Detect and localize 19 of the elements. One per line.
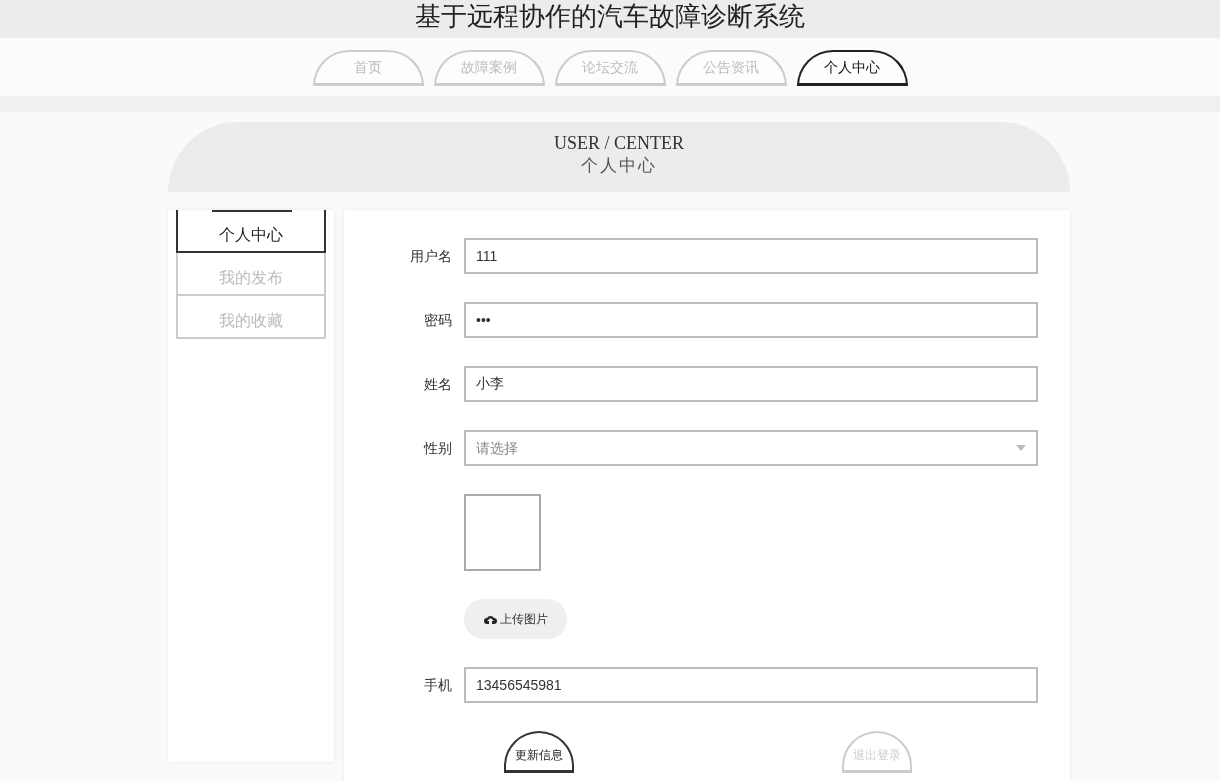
input-field[interactable]: 小李 — [464, 366, 1038, 402]
site-title: 基于远程协作的汽车故障诊断系统 — [415, 0, 805, 33]
field-label: 姓名 — [423, 374, 453, 394]
banner-subtitle: 个人中心 — [580, 155, 658, 177]
dropdown-caret-icon — [1016, 445, 1026, 451]
field-label: 性别 — [422, 438, 453, 458]
update-button[interactable]: 更新信息 — [504, 731, 574, 773]
input-field[interactable]: ••• — [464, 302, 1038, 338]
banner-title: USER / CENTER — [553, 132, 685, 154]
field-label: 密码 — [423, 310, 453, 330]
input-field[interactable]: 111 — [464, 238, 1038, 274]
field-label: 用户名 — [409, 246, 453, 266]
sidebar-item[interactable]: 个人中心 — [176, 210, 326, 253]
field-label: 手机 — [423, 675, 453, 695]
select-field[interactable]: 请选择 — [464, 430, 1038, 466]
input-field[interactable]: 13456545981 — [464, 667, 1038, 703]
cloud-upload-icon — [483, 614, 497, 624]
nav-tab[interactable]: 个人中心 — [796, 50, 908, 86]
upload-button[interactable]: 上传图片 — [464, 599, 567, 639]
